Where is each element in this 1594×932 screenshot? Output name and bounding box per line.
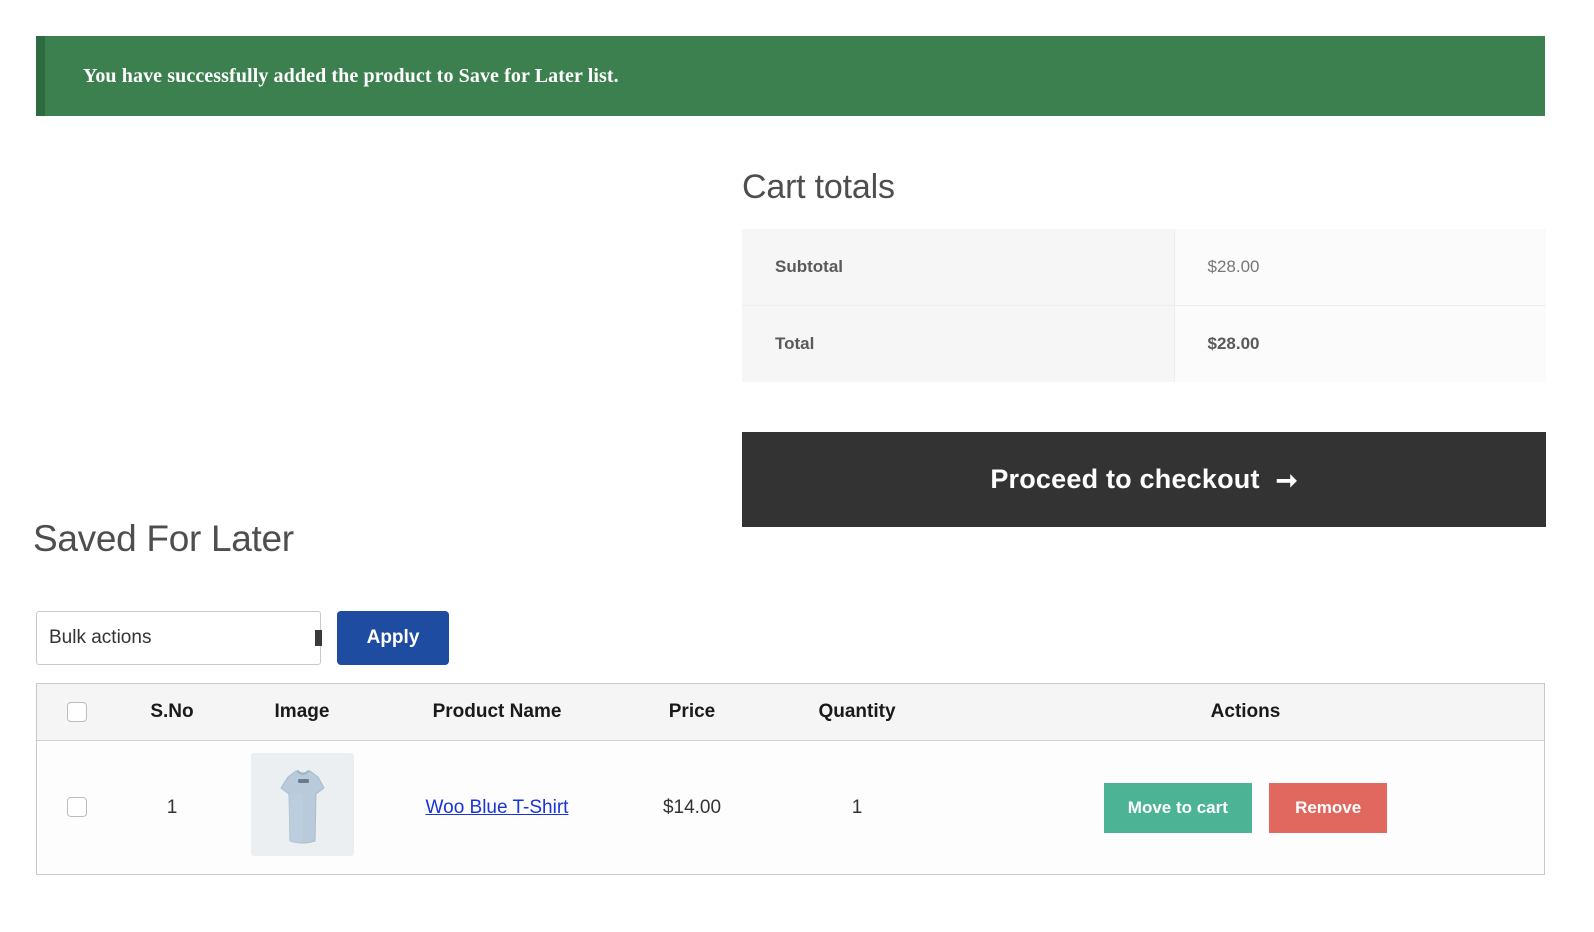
column-header-sno: S.No xyxy=(117,684,227,741)
row-quantity: 1 xyxy=(767,741,947,875)
cart-page: You have successfully added the product … xyxy=(0,0,1594,932)
apply-button[interactable]: Apply xyxy=(337,611,449,665)
saved-for-later-title: Saved For Later xyxy=(33,518,294,560)
bulk-actions-selected-value: Bulk actions xyxy=(49,627,151,649)
column-header-price: Price xyxy=(617,684,767,741)
cart-totals-table: Subtotal $28.00 Total $28.00 xyxy=(742,229,1546,382)
row-price: $14.00 xyxy=(617,741,767,875)
cart-totals-row-subtotal: Subtotal $28.00 xyxy=(742,229,1546,306)
product-name-link[interactable]: Woo Blue T-Shirt xyxy=(426,797,569,818)
column-header-image: Image xyxy=(227,684,377,741)
row-actions-cell: Move to cart Remove xyxy=(947,741,1544,875)
product-thumbnail xyxy=(251,753,354,856)
cart-totals-row-total: Total $28.00 xyxy=(742,306,1546,383)
proceed-to-checkout-label: Proceed to checkout xyxy=(990,464,1259,495)
saved-for-later-table: S.No Image Product Name Price Quantity A… xyxy=(37,684,1544,874)
proceed-to-checkout-button[interactable]: Proceed to checkout ➞ xyxy=(742,432,1546,527)
column-header-product-name: Product Name xyxy=(377,684,617,741)
row-image-cell xyxy=(227,741,377,875)
table-row: 1 xyxy=(37,741,1544,875)
total-label: Total xyxy=(742,306,1174,383)
subtotal-label: Subtotal xyxy=(742,229,1174,306)
cart-totals-section: Cart totals Subtotal $28.00 Total $28.00 xyxy=(742,168,1546,382)
row-serial-number: 1 xyxy=(117,741,227,875)
row-select-checkbox[interactable] xyxy=(67,797,87,817)
row-select-cell xyxy=(37,741,117,875)
table-header-row: S.No Image Product Name Price Quantity A… xyxy=(37,684,1544,741)
select-all-checkbox[interactable] xyxy=(67,702,87,722)
bulk-actions-select[interactable]: Bulk actions xyxy=(36,611,321,665)
select-all-header xyxy=(37,684,117,741)
chevron-down-icon xyxy=(315,630,322,646)
subtotal-value: $28.00 xyxy=(1174,229,1546,306)
cart-totals-title: Cart totals xyxy=(742,168,1546,207)
success-notice: You have successfully added the product … xyxy=(36,36,1545,116)
row-product-name-cell: Woo Blue T-Shirt xyxy=(377,741,617,875)
move-to-cart-button[interactable]: Move to cart xyxy=(1104,783,1252,833)
column-header-quantity: Quantity xyxy=(767,684,947,741)
bulk-actions-row: Bulk actions Apply xyxy=(36,611,449,665)
total-value: $28.00 xyxy=(1174,306,1546,383)
arrow-right-icon: ➞ xyxy=(1276,467,1298,493)
saved-for-later-table-container: S.No Image Product Name Price Quantity A… xyxy=(36,683,1545,875)
column-header-actions: Actions xyxy=(947,684,1544,741)
success-notice-text: You have successfully added the product … xyxy=(45,65,619,88)
remove-button[interactable]: Remove xyxy=(1269,783,1387,833)
